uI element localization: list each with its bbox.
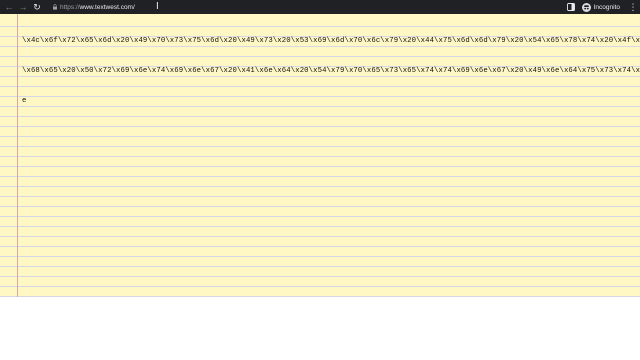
note-line: \x68\x65\x20\x50\x72\x69\x6e\x74\x69\x6e… bbox=[22, 67, 640, 75]
text-cursor-icon: I bbox=[156, 1, 159, 12]
page-bottom bbox=[0, 297, 640, 360]
url-scheme: https:// bbox=[60, 3, 80, 11]
address-bar[interactable]: https://www.textwest.com/ bbox=[50, 2, 598, 12]
browser-toolbar: ← → ↻ https://www.textwest.com/ I Incogn… bbox=[0, 0, 640, 14]
site-info-icon[interactable] bbox=[52, 4, 58, 10]
incognito-label: Incognito bbox=[593, 3, 620, 11]
forward-icon[interactable]: → bbox=[16, 0, 30, 14]
reload-icon[interactable]: ↻ bbox=[30, 0, 44, 14]
incognito-icon[interactable] bbox=[581, 2, 591, 12]
note-line: \x4c\x6f\x72\x65\x6d\x20\x49\x70\x73\x75… bbox=[22, 37, 640, 45]
notepad-page[interactable]: \x4c\x6f\x72\x65\x6d\x20\x49\x70\x73\x75… bbox=[0, 14, 640, 297]
toolbar-right: Incognito ⋮ bbox=[564, 0, 640, 14]
margin-line bbox=[17, 14, 18, 297]
note-text-area[interactable]: \x4c\x6f\x72\x65\x6d\x20\x49\x70\x73\x75… bbox=[22, 16, 640, 126]
url-host: www.textwest.com/ bbox=[79, 3, 135, 11]
url-text: https://www.textwest.com/ bbox=[60, 4, 135, 11]
note-line: e bbox=[22, 97, 27, 105]
back-icon[interactable]: ← bbox=[2, 0, 16, 14]
side-panel-icon[interactable] bbox=[564, 0, 578, 14]
menu-icon[interactable]: ⋮ bbox=[626, 0, 640, 14]
